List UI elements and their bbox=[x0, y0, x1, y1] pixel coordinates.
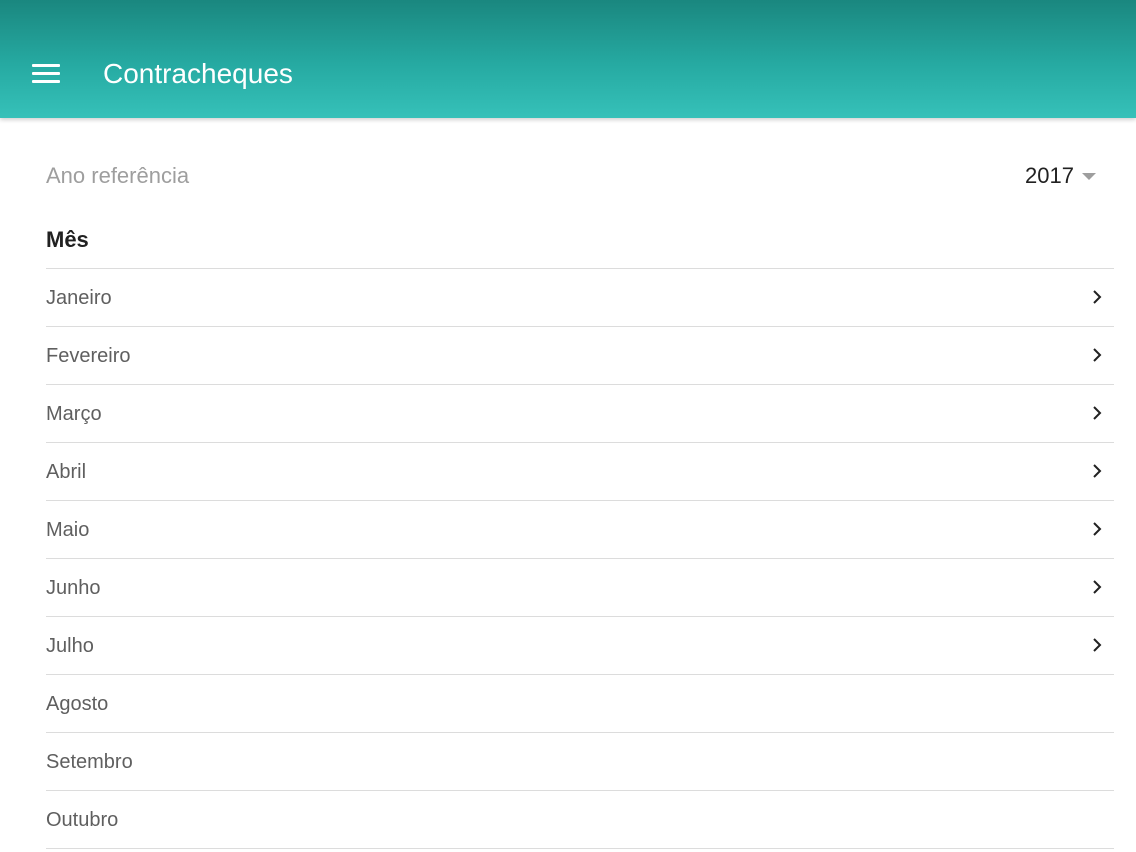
month-label: Julho bbox=[46, 634, 94, 657]
chevron-right-icon bbox=[1093, 579, 1102, 594]
chevron-right-icon bbox=[1093, 289, 1102, 304]
app-bar: Contracheques bbox=[0, 0, 1136, 118]
month-section-header: Mês bbox=[46, 227, 89, 252]
chevron-right-icon bbox=[1093, 521, 1102, 536]
month-list: Janeiro Fevereiro Março Abril Maio Junho… bbox=[46, 268, 1114, 849]
chevron-right-icon bbox=[1093, 405, 1102, 420]
month-label: Janeiro bbox=[46, 286, 112, 309]
reference-year-label: Ano referência bbox=[46, 163, 190, 188]
month-item-julho[interactable]: Julho bbox=[46, 617, 1114, 675]
month-item-abril[interactable]: Abril bbox=[46, 443, 1114, 501]
month-label: Maio bbox=[46, 518, 90, 541]
month-label: Outubro bbox=[46, 808, 119, 831]
month-label: Agosto bbox=[46, 692, 109, 715]
month-item-maio[interactable]: Maio bbox=[46, 501, 1114, 559]
reference-year-dropdown[interactable]: 2017 bbox=[1025, 162, 1096, 190]
chevron-right-icon bbox=[1093, 463, 1102, 478]
month-item-fevereiro[interactable]: Fevereiro bbox=[46, 327, 1114, 385]
chevron-right-icon bbox=[1093, 637, 1102, 652]
month-item-agosto: Agosto bbox=[46, 675, 1114, 733]
hamburger-menu-icon[interactable] bbox=[32, 64, 60, 84]
month-item-janeiro[interactable]: Janeiro bbox=[46, 269, 1114, 327]
month-label: Setembro bbox=[46, 750, 133, 773]
month-label: Março bbox=[46, 402, 102, 425]
month-label: Fevereiro bbox=[46, 344, 131, 367]
month-item-setembro: Setembro bbox=[46, 733, 1114, 791]
app-title: Contracheques bbox=[103, 58, 293, 89]
payslips-content: Ano referência 2017 Mês Janeiro Fevereir… bbox=[0, 118, 1136, 852]
month-item-marco[interactable]: Março bbox=[46, 385, 1114, 443]
caret-down-icon bbox=[1082, 172, 1096, 180]
reference-year-value: 2017 bbox=[1025, 163, 1074, 188]
month-label: Abril bbox=[46, 460, 87, 483]
month-item-junho[interactable]: Junho bbox=[46, 559, 1114, 617]
month-item-outubro: Outubro bbox=[46, 791, 1114, 849]
chevron-right-icon bbox=[1093, 347, 1102, 362]
month-label: Junho bbox=[46, 576, 101, 599]
